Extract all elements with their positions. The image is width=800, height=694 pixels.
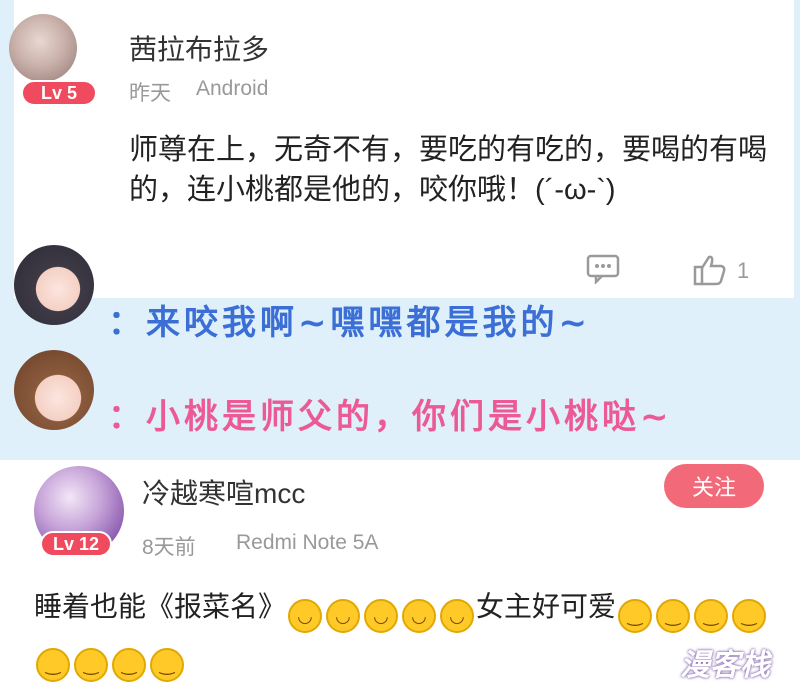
comment-text-part: 睡着也能《报菜名》 xyxy=(34,591,287,622)
device-label: Redmi Note 5A xyxy=(236,531,379,554)
comment-text: 睡着也能《报菜名》 ◡ ◡ ◡ ◡ ◡ 女主好可爱 ‿ ‿ ‿ ‿‿ ‿ ‿ ‿ xyxy=(34,584,774,682)
smile-emoji-icon: ‿ xyxy=(36,648,70,682)
character-avatar-xiaotao xyxy=(14,350,94,430)
username[interactable]: 茜拉布拉多 xyxy=(129,28,269,68)
device-label: Android xyxy=(196,77,269,100)
smile-emoji-icon: ‿ xyxy=(112,648,146,682)
watermark-logo: 漫客栈 xyxy=(680,649,770,682)
smile-emoji-icon: ‿ xyxy=(694,599,729,633)
post-time: 8天前 xyxy=(142,536,196,559)
thumbs-up-icon[interactable] xyxy=(693,254,727,293)
user-avatar[interactable] xyxy=(9,14,77,82)
follow-button[interactable]: 关注 xyxy=(664,464,764,508)
dialog-line-1: ：来咬我啊~嘿嘿都是我的~ xyxy=(108,303,591,343)
grin-emoji-group: ◡ ◡ ◡ ◡ ◡ xyxy=(286,591,476,633)
comment-text: 师尊在上，无奇不有，要吃的有吃的，要喝的有喝的，连小桃都是他的，咬你哦！(´-ω… xyxy=(129,134,768,206)
grin-emoji-icon: ◡ xyxy=(402,599,437,633)
smile-emoji-icon: ‿ xyxy=(618,599,653,633)
smile-emoji-icon: ‿ xyxy=(74,648,108,682)
grin-emoji-icon: ◡ xyxy=(440,599,475,633)
smile-emoji-icon: ‿ xyxy=(656,599,691,633)
grin-emoji-icon: ◡ xyxy=(326,599,361,633)
grin-emoji-icon: ◡ xyxy=(364,599,399,633)
comment-text-part: 女主好可爱 xyxy=(476,591,617,622)
post-time: 昨天 xyxy=(129,82,171,105)
smile-emoji-icon: ‿ xyxy=(150,648,184,682)
like-count: 1 xyxy=(737,258,750,283)
username[interactable]: 冷越寒喧mcc xyxy=(142,472,305,512)
character-avatar-shizun xyxy=(14,245,94,325)
smile-emoji-icon: ‿ xyxy=(732,599,767,633)
level-badge: Lv 12 xyxy=(40,531,112,557)
comment-icon[interactable] xyxy=(586,254,620,291)
grin-emoji-icon: ◡ xyxy=(288,599,323,633)
level-badge: Lv 5 xyxy=(21,80,97,106)
dialog-line-2: ：小桃是师父的，你们是小桃哒~ xyxy=(108,397,673,437)
